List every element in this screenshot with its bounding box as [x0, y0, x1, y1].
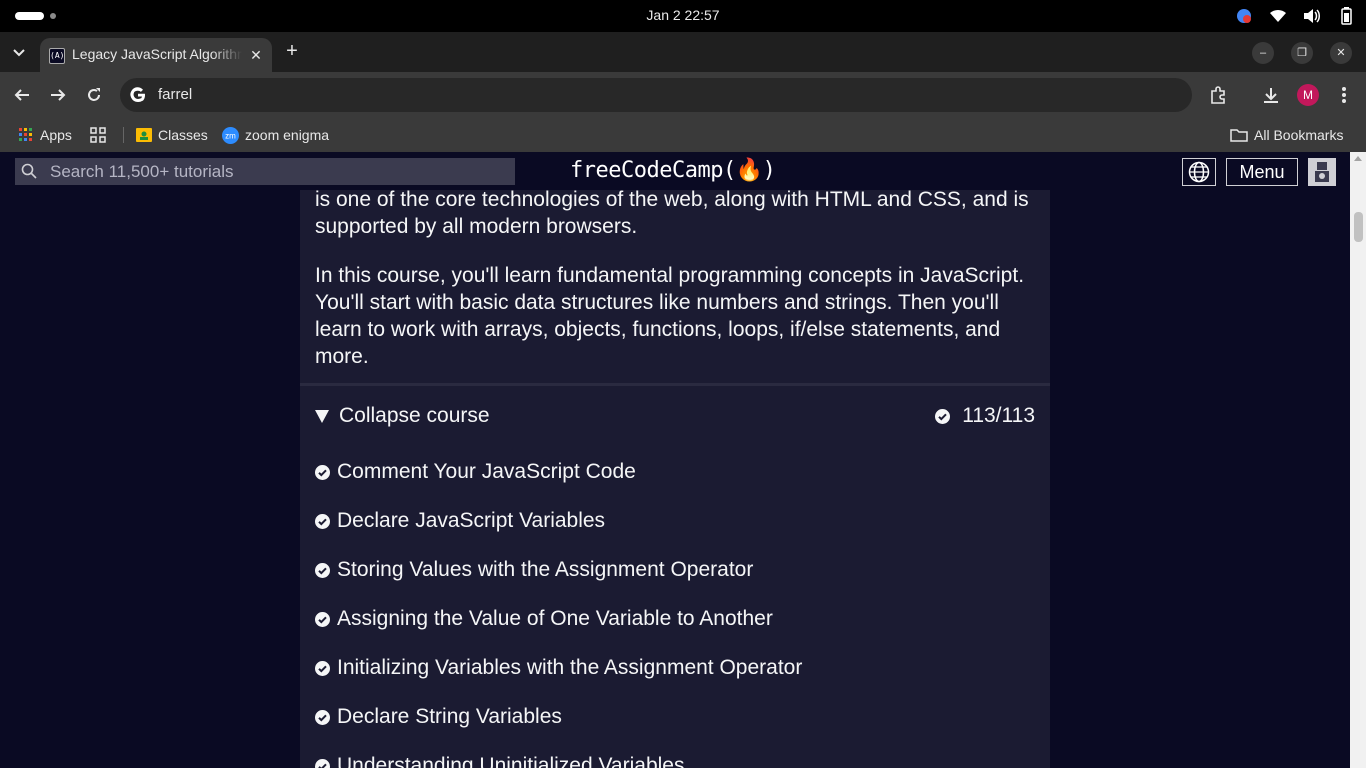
check-circle-icon [315, 710, 330, 725]
download-icon[interactable] [1260, 84, 1282, 106]
address-bar[interactable]: farrel [120, 78, 1192, 112]
check-circle-icon [315, 661, 330, 676]
lesson-item[interactable]: Storing Values with the Assignment Opera… [315, 558, 1035, 607]
apps-grid-icon [19, 128, 32, 141]
bookmarks-separator [123, 127, 124, 143]
minimize-button[interactable]: – [1252, 42, 1274, 64]
fcc-logo[interactable]: freeCodeCamp(🔥) [570, 158, 776, 183]
scroll-up-arrow[interactable] [1354, 156, 1362, 161]
progress-count: 113/113 [962, 404, 1035, 427]
avatar-icon [1315, 162, 1329, 182]
lesson-item[interactable]: Initializing Variables with the Assignme… [315, 656, 1035, 705]
new-tab-button[interactable]: + [282, 41, 302, 61]
back-button[interactable] [11, 84, 33, 106]
lesson-item[interactable]: Comment Your JavaScript Code [315, 460, 1035, 509]
fcc-favicon-icon: (A) [49, 48, 65, 64]
check-circle-icon [315, 465, 330, 480]
globe-icon [1188, 161, 1210, 183]
tab-search-button[interactable] [8, 42, 30, 64]
browser-toolbar: farrel M [0, 72, 1366, 118]
tab-title: Legacy JavaScript Algorithms [72, 46, 242, 62]
lesson-item[interactable]: Understanding Uninitialized Variables [315, 754, 1035, 768]
volume-icon[interactable] [1302, 6, 1322, 26]
system-tray[interactable] [1234, 6, 1356, 26]
check-circle-icon [315, 612, 330, 627]
close-window-button[interactable]: ✕ [1330, 42, 1352, 64]
lesson-title[interactable]: Understanding Uninitialized Variables [337, 754, 684, 768]
bookmark-apps[interactable]: Apps [18, 124, 72, 146]
all-bookmarks-label: All Bookmarks [1254, 127, 1344, 143]
bookmark-label: zoom enigma [245, 127, 330, 143]
description-paragraph: is one of the core technologies of the w… [315, 190, 1029, 238]
check-circle-icon [315, 759, 330, 768]
os-top-bar: Jan 2 22:57 [0, 0, 1366, 32]
bookmark-label: Apps [40, 127, 72, 143]
search-placeholder: Search 11,500+ tutorials [50, 162, 234, 181]
page-scrollbar[interactable] [1350, 152, 1366, 768]
collapse-label: Collapse course [339, 404, 490, 427]
bookmark-classes[interactable]: Classes [136, 124, 208, 146]
page-content: is one of the core technologies of the w… [0, 190, 1350, 768]
lesson-title[interactable]: Comment Your JavaScript Code [337, 460, 636, 484]
lesson-title[interactable]: Declare String Variables [337, 705, 562, 729]
tab-close-icon[interactable]: ✕ [248, 47, 264, 63]
bookmark-label: Classes [158, 127, 208, 143]
tab-groups-icon[interactable] [90, 124, 106, 146]
lesson-list: Comment Your JavaScript Code Declare Java… [315, 460, 1035, 768]
browser-tab-strip: (A) Legacy JavaScript Algorithms ✕ + – ❐… [0, 32, 1366, 72]
caret-down-icon [315, 409, 329, 423]
all-bookmarks-button[interactable]: All Bookmarks [1230, 124, 1343, 146]
check-circle-icon [315, 514, 330, 529]
more-menu-icon[interactable] [1333, 84, 1355, 106]
bookmarks-bar: Apps Classes zm zoom enigma All Bookmark… [0, 118, 1366, 152]
folder-icon [1230, 129, 1248, 142]
lesson-item[interactable]: Declare JavaScript Variables [315, 509, 1035, 558]
search-icon [21, 163, 37, 179]
svg-text:zm: zm [225, 131, 236, 140]
lesson-title[interactable]: Assigning the Value of One Variable to A… [337, 607, 773, 631]
lesson-title[interactable]: Initializing Variables with the Assignme… [337, 656, 802, 680]
lesson-title[interactable]: Storing Values with the Assignment Opera… [337, 558, 753, 582]
google-icon [130, 87, 145, 102]
forward-button[interactable] [47, 84, 69, 106]
check-circle-icon [315, 563, 330, 578]
course-progress: 113/113 [935, 404, 1035, 428]
divider [300, 383, 1050, 386]
lesson-item[interactable]: Declare String Variables [315, 705, 1035, 754]
bookmark-zoom-enigma[interactable]: zm zoom enigma [222, 124, 329, 146]
reload-button[interactable] [83, 84, 105, 106]
course-panel: is one of the core technologies of the w… [300, 190, 1050, 768]
search-input[interactable]: Search 11,500+ tutorials [15, 158, 515, 185]
extensions-icon[interactable] [1207, 84, 1229, 106]
wifi-icon[interactable] [1268, 6, 1288, 26]
lesson-item[interactable]: Assigning the Value of One Variable to A… [315, 607, 1035, 656]
classroom-icon [136, 128, 152, 142]
user-avatar[interactable] [1308, 158, 1336, 186]
profile-avatar[interactable]: M [1297, 84, 1319, 106]
zoom-icon: zm [222, 126, 239, 144]
address-text[interactable]: farrel [158, 86, 192, 103]
menu-button[interactable]: Menu [1226, 158, 1298, 186]
collapse-course-button[interactable]: Collapse course [315, 404, 490, 428]
restore-button[interactable]: ❐ [1291, 42, 1313, 64]
battery-icon[interactable] [1336, 6, 1356, 26]
clock[interactable]: Jan 2 22:57 [0, 7, 1366, 23]
check-circle-icon [935, 408, 951, 424]
fcc-navbar: Search 11,500+ tutorials freeCodeCamp(🔥)… [0, 152, 1366, 190]
course-description: is one of the core technologies of the w… [315, 190, 1035, 392]
language-button[interactable] [1182, 158, 1216, 186]
browser-tab-active[interactable]: (A) Legacy JavaScript Algorithms ✕ [40, 38, 272, 72]
description-paragraph: In this course, you'll learn fundamental… [315, 264, 1025, 368]
scrollbar-thumb[interactable] [1354, 212, 1363, 242]
lesson-title[interactable]: Declare JavaScript Variables [337, 509, 605, 533]
chrome-indicator-icon[interactable] [1234, 6, 1254, 26]
